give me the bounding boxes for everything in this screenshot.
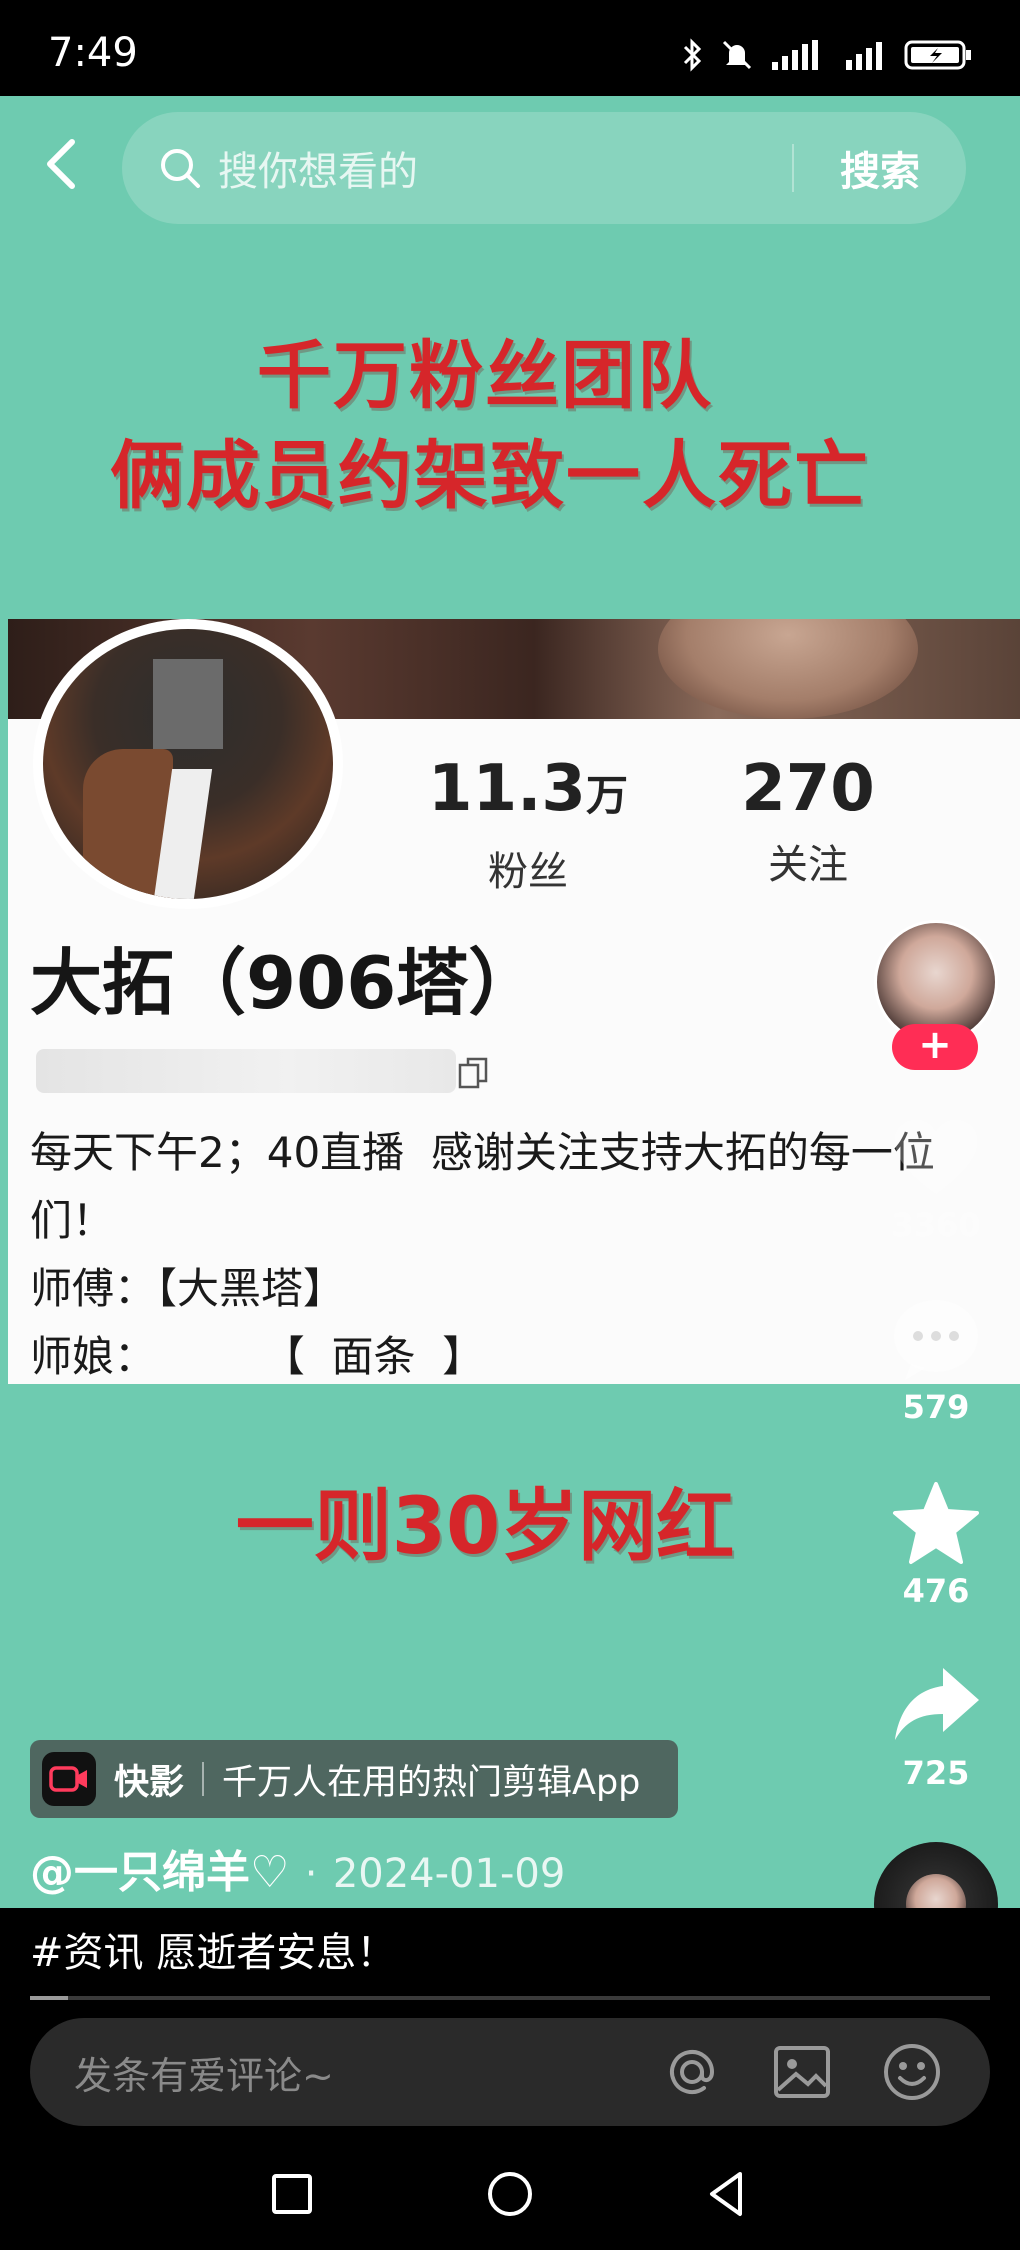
kuaiying-logo	[42, 1752, 96, 1806]
mute-icon	[722, 40, 752, 70]
profile-screenshot: 11.3万 粉丝 270 关注 大拓（906塔） 每天下午2；40直播 感谢关注…	[8, 619, 1020, 1384]
profile-avatar-photo	[43, 629, 333, 899]
image-icon[interactable]	[770, 2040, 834, 2104]
comment-count: 579	[902, 1388, 970, 1426]
search-box[interactable]: 搜你想看的 搜索	[122, 112, 966, 224]
video-description: #资讯 愿逝者安息！	[30, 1930, 397, 1976]
followers-count: 11.3万	[428, 752, 628, 826]
search-button[interactable]: 搜索	[794, 139, 966, 197]
like-count: 3360	[891, 1206, 981, 1244]
profile-id-blurred	[36, 1049, 456, 1093]
following-label: 关注	[768, 842, 848, 888]
followers-label: 粉丝	[488, 849, 568, 895]
favorite-count: 476	[902, 1572, 970, 1610]
like-button[interactable]: 3360	[874, 1116, 998, 1244]
share-button[interactable]: 725	[874, 1662, 998, 1792]
ad-app-name: 快影	[114, 1762, 185, 1803]
signal-icon	[772, 40, 818, 70]
profile-avatar	[33, 619, 343, 909]
comment-input[interactable]: 发条有爱评论~	[74, 2045, 660, 2100]
author-line: @一只绵羊♡ · 2024-01-09	[30, 1836, 565, 1900]
emoji-icon[interactable]	[880, 2040, 944, 2104]
back-button[interactable]	[34, 130, 94, 198]
share-arrow-icon	[895, 1668, 979, 1740]
bluetooth-icon	[683, 38, 702, 72]
profile-name: 大拓（906塔）	[30, 941, 541, 1025]
headline-line-1: 千万粉丝团队	[257, 333, 713, 419]
search-icon	[161, 149, 200, 188]
cover-face-image	[658, 619, 918, 719]
star-icon	[893, 1482, 979, 1564]
video-headline: 千万粉丝团队 俩成员约架致一人死亡	[0, 326, 1020, 526]
favorite-button[interactable]: 476	[874, 1480, 998, 1610]
home-icon[interactable]	[478, 2162, 542, 2226]
ad-tagline: 千万人在用的热门剪辑App	[222, 1762, 641, 1803]
profile-bio: 每天下午2；40直播 感谢关注支持大拓的每一位 们！ 师傅：【大黑塔】 师娘： …	[30, 1128, 935, 1381]
signal-icon	[846, 42, 882, 70]
app-ad-banner[interactable]: 快影 千万人在用的热门剪辑App	[30, 1740, 678, 1818]
comment-button[interactable]: 579	[874, 1298, 998, 1426]
music-disc-cover	[906, 1874, 966, 1908]
comment-bar[interactable]: 发条有爱评论~	[30, 2018, 990, 2126]
follow-button[interactable]: +	[892, 1024, 978, 1070]
video-area[interactable]: 搜你想看的 搜索 千万粉丝团队 俩成员约架致一人死亡 11.3万 粉丝 270 …	[0, 96, 1020, 1908]
headline-line-2: 俩成员约架致一人死亡	[110, 433, 870, 519]
status-bar: 7:49	[0, 0, 1020, 96]
music-disc[interactable]	[874, 1842, 998, 1908]
progress-fill	[30, 1996, 69, 2000]
progress-bar[interactable]	[30, 1996, 990, 2000]
share-count: 725	[902, 1754, 970, 1792]
search-row: 搜你想看的 搜索	[0, 102, 1020, 228]
followers-stat: 11.3万 粉丝	[428, 754, 628, 897]
status-icons	[682, 38, 974, 72]
system-nav-bar	[0, 2138, 1020, 2250]
recent-apps-icon[interactable]	[260, 2162, 324, 2226]
following-stat: 270 关注	[708, 754, 908, 890]
author-separator: ·	[304, 1851, 318, 1897]
heart-icon	[895, 1120, 977, 1194]
search-input[interactable]: 搜你想看的	[218, 139, 792, 197]
ad-divider	[202, 1762, 205, 1796]
back-nav-icon[interactable]	[696, 2162, 760, 2226]
video-subtitle: 一则30岁网红	[235, 1482, 735, 1572]
comment-icon	[894, 1300, 978, 1380]
avatar-face-blur	[153, 659, 223, 749]
at-mention-icon[interactable]	[660, 2040, 724, 2104]
description-area: #资讯 愿逝者安息！ 发条有爱评论~	[0, 1908, 1020, 2138]
status-time: 7:49	[48, 30, 138, 76]
video-camera-icon	[49, 1766, 87, 1792]
copy-icon	[458, 1057, 488, 1089]
post-date: 2024-01-09	[332, 1851, 566, 1897]
author-handle[interactable]: @一只绵羊♡	[30, 1847, 289, 1898]
following-count: 270	[741, 752, 875, 826]
chevron-left-icon	[47, 139, 75, 189]
battery-charging-icon	[904, 40, 971, 70]
